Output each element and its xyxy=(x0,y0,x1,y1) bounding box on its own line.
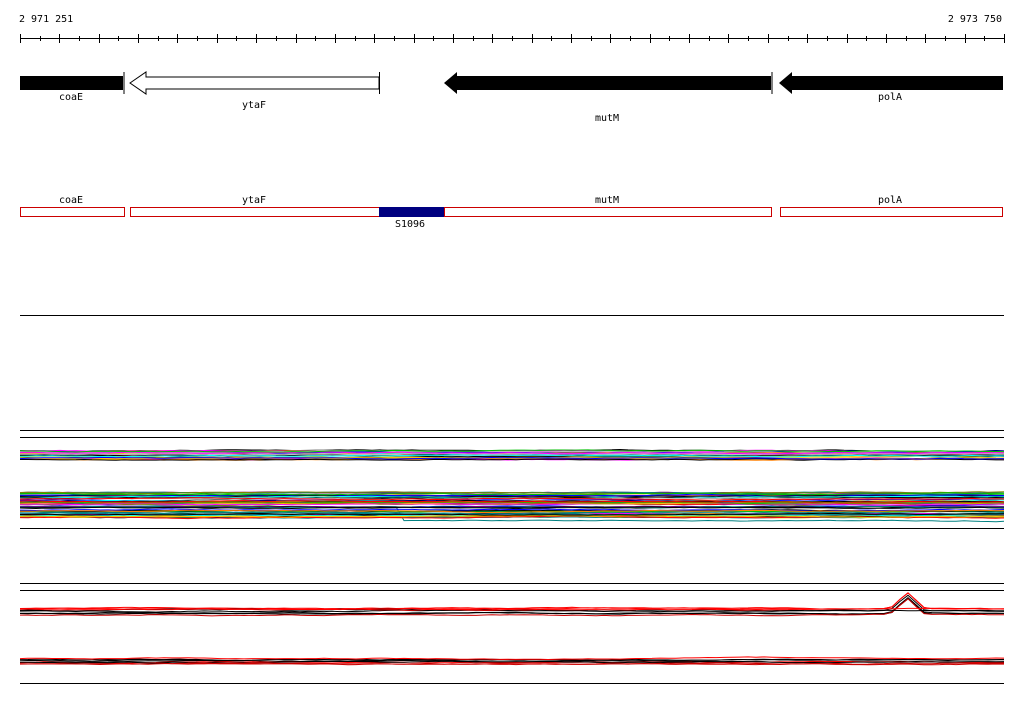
transcript-track xyxy=(20,207,1003,217)
transcript-mutM-box[interactable] xyxy=(444,207,772,217)
expression-track-2 xyxy=(19,491,1005,523)
expression-track-1 xyxy=(19,448,1005,461)
transcript-polA-box[interactable] xyxy=(780,207,1003,217)
gene-track xyxy=(20,71,1003,95)
gene-label-ytaF: ytaF xyxy=(241,100,267,111)
feature-label-S1096: S1096 xyxy=(394,219,426,230)
gene-polA-arrow[interactable] xyxy=(779,72,1003,94)
expression-trace xyxy=(19,592,1005,610)
transcript-coaE-box[interactable] xyxy=(20,207,125,217)
feature-S1096-box[interactable] xyxy=(379,207,444,217)
gene-label-coaE: coaE xyxy=(58,92,84,103)
genome-browser-canvas xyxy=(19,34,1005,684)
coordinate-ruler xyxy=(20,34,1005,43)
gene-coaE-arrow[interactable] xyxy=(20,76,123,90)
transcript-label-ytaF: ytaF xyxy=(241,195,267,206)
expression-trace xyxy=(20,592,1005,610)
expression-track-3 xyxy=(19,592,1005,617)
gene-ytaF-arrow[interactable] xyxy=(129,71,380,95)
transcript-label-mutM: mutM xyxy=(594,195,620,206)
transcript-label-coaE: coaE xyxy=(58,195,84,206)
gene-mutM-arrow[interactable] xyxy=(444,72,771,94)
gene-label-polA: polA xyxy=(877,92,903,103)
transcript-ytaF-box[interactable] xyxy=(130,207,380,217)
gene-label-mutM: mutM xyxy=(594,113,620,124)
expression-track-4 xyxy=(19,656,1005,666)
transcript-label-polA: polA xyxy=(877,195,903,206)
